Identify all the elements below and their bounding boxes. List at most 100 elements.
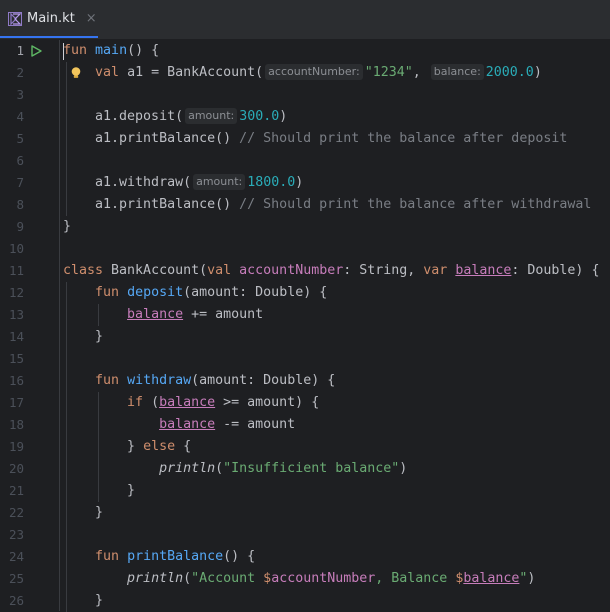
code-line[interactable]: 21 }	[0, 480, 610, 502]
code-line[interactable]: 10	[0, 238, 610, 260]
code-line[interactable]: 25 println("Account $accountNumber, Bala…	[0, 568, 610, 590]
lightbulb-icon[interactable]	[69, 66, 83, 80]
code-text[interactable]: fun deposit(amount: Double) {	[63, 282, 327, 304]
line-number: 24	[8, 549, 24, 564]
code-token: fun	[95, 373, 120, 388]
code-token: (	[143, 395, 160, 410]
code-token: a1.withdraw(	[63, 175, 192, 190]
code-token: }	[63, 505, 104, 520]
code-line[interactable]: 18 balance -= amount	[0, 414, 610, 436]
code-token: fun	[63, 43, 88, 58]
indent-guide	[66, 282, 67, 612]
code-text[interactable]: balance += amount	[63, 304, 263, 326]
code-token: , Balance	[375, 571, 456, 586]
code-line[interactable]: 11 class BankAccount(val accountNumber: S…	[0, 260, 610, 282]
code-token: // Should print the balance after withdr…	[239, 197, 592, 212]
tab-main-kt[interactable]: Main.kt ×	[0, 0, 98, 38]
kotlin-file-icon	[8, 11, 22, 26]
code-line[interactable]: 15	[0, 348, 610, 370]
line-number: 9	[16, 219, 24, 234]
code-token: balance	[455, 263, 512, 278]
code-token: "Insufficient balance"	[223, 461, 400, 476]
line-number: 5	[16, 131, 24, 146]
code-token: (amount: Double) {	[183, 285, 328, 300]
code-text[interactable]: println("Account $accountNumber, Balance…	[63, 568, 535, 590]
code-token: ,	[412, 65, 429, 80]
line-number: 3	[16, 87, 24, 102]
parameter-hint: amount:	[193, 174, 246, 190]
code-text[interactable]: }	[63, 590, 103, 612]
code-line[interactable]: 1 fun main() {	[0, 40, 610, 62]
code-line[interactable]: 2 val a1 = BankAccount(accountNumber: "12…	[0, 62, 610, 84]
code-line[interactable]: 4 a1.deposit(amount: 300.0)	[0, 106, 610, 128]
code-token: accountNumber	[271, 571, 376, 586]
code-line[interactable]: 5 a1.printBalance() // Should print the …	[0, 128, 610, 150]
code-line[interactable]: 22 }	[0, 502, 610, 524]
code-token: if	[127, 395, 144, 410]
code-line[interactable]: 16 fun withdraw(amount: Double) {	[0, 370, 610, 392]
code-text[interactable]: class BankAccount(val accountNumber: Str…	[63, 260, 599, 282]
code-token: += amount	[183, 307, 264, 322]
run-icon[interactable]	[30, 45, 42, 57]
line-number: 4	[16, 109, 24, 124]
code-line[interactable]: 3	[0, 84, 610, 106]
code-token: {	[175, 439, 192, 454]
code-text[interactable]: a1.printBalance() // Should print the ba…	[63, 128, 567, 150]
code-token: balance	[159, 395, 216, 410]
code-text[interactable]: fun withdraw(amount: Double) {	[63, 370, 335, 392]
code-line[interactable]: 8 a1.printBalance() // Should print the …	[0, 194, 610, 216]
code-token: 2000.0	[485, 65, 534, 80]
code-line[interactable]: 6	[0, 150, 610, 172]
code-text[interactable]: fun main() {	[63, 40, 159, 62]
code-token: else	[143, 439, 176, 454]
text-caret	[63, 43, 64, 60]
code-line[interactable]: 13 balance += amount	[0, 304, 610, 326]
line-number: 22	[8, 505, 24, 520]
code-line[interactable]: 14 }	[0, 326, 610, 348]
code-text[interactable]: }	[63, 502, 103, 524]
code-line[interactable]: 19 } else {	[0, 436, 610, 458]
code-text[interactable]: val a1 = BankAccount(accountNumber: "1234…	[63, 62, 542, 84]
code-token: "1234"	[364, 65, 413, 80]
code-text[interactable]: fun printBalance() {	[63, 546, 255, 568]
code-text[interactable]: } else {	[63, 436, 191, 458]
indent-guide	[66, 62, 67, 216]
line-number: 16	[8, 373, 24, 388]
code-token: main	[95, 43, 128, 58]
close-icon[interactable]: ×	[86, 11, 97, 26]
code-text[interactable]: println("Insufficient balance")	[63, 458, 407, 480]
code-text[interactable]: if (balance >= amount) {	[63, 392, 319, 414]
line-number: 26	[8, 593, 24, 608]
code-text[interactable]: a1.withdraw(amount: 1800.0)	[63, 172, 303, 194]
code-line[interactable]: 12 fun deposit(amount: Double) {	[0, 282, 610, 304]
code-token: a1.printBalance()	[63, 131, 240, 146]
line-number: 18	[8, 417, 24, 432]
code-text[interactable]: a1.deposit(amount: 300.0)	[63, 106, 287, 128]
code-text[interactable]: }	[63, 326, 103, 348]
code-line[interactable]: 24 fun printBalance() {	[0, 546, 610, 568]
code-token: $	[263, 571, 272, 586]
code-line[interactable]: 17 if (balance >= amount) {	[0, 392, 610, 414]
code-line[interactable]: 7 a1.withdraw(amount: 1800.0)	[0, 172, 610, 194]
code-line[interactable]: 9}	[0, 216, 610, 238]
line-number: 6	[16, 153, 24, 168]
code-editor[interactable]: 1 fun main() {2 val a1 = BankAccount(acco…	[0, 40, 610, 612]
code-token: val	[207, 263, 232, 278]
code-text[interactable]: }	[63, 480, 135, 502]
parameter-hint: balance:	[430, 64, 484, 80]
code-line[interactable]: 26 }	[0, 590, 610, 612]
code-text[interactable]: }	[63, 216, 71, 238]
code-line[interactable]: 23	[0, 524, 610, 546]
code-token: withdraw	[127, 373, 192, 388]
code-line[interactable]: 20 println("Insufficient balance")	[0, 458, 610, 480]
code-text[interactable]: a1.printBalance() // Should print the ba…	[63, 194, 591, 216]
code-token: )	[533, 65, 542, 80]
